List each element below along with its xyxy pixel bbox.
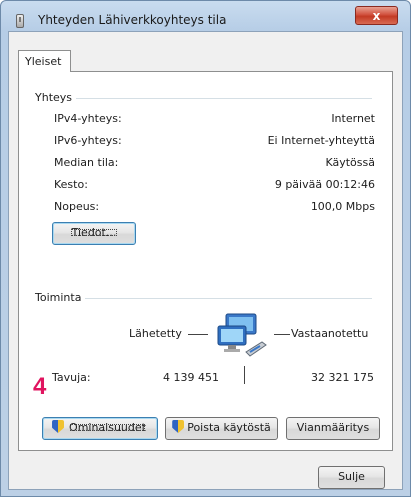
- connection-group-divider: [72, 98, 372, 99]
- disable-button[interactable]: Poista käytöstä: [165, 417, 278, 440]
- diagnose-button-label: Vianmääritys: [296, 421, 370, 434]
- close-button[interactable]: Sulje: [318, 466, 385, 489]
- media-state-label: Median tila:: [54, 156, 119, 169]
- speed-value: 100,0 Mbps: [310, 200, 375, 213]
- details-button-label: Tiedot...: [68, 226, 121, 239]
- bytes-received-value: 32 321 175: [311, 371, 374, 384]
- ipv6-label: IPv6-yhteys:: [54, 134, 122, 147]
- ipv4-label: IPv4-yhteys:: [54, 112, 122, 125]
- disable-button-label: Poista käytöstä: [187, 421, 271, 434]
- uac-shield-icon: [172, 420, 184, 433]
- network-adapter-icon: [16, 14, 24, 28]
- uac-shield-icon: [52, 420, 64, 433]
- received-line: [274, 334, 290, 335]
- step-number-annotation: 4: [33, 373, 47, 400]
- properties-button-label: Ominaisuudet: [69, 421, 146, 434]
- close-button-label: Sulje: [338, 470, 365, 483]
- duration-label: Kesto:: [54, 178, 88, 191]
- received-label: Vastaanotettu: [291, 327, 369, 340]
- speed-label: Nopeus:: [54, 200, 100, 213]
- window-title: Yhteyden Lähiverkkoyhteys tila: [38, 13, 227, 27]
- ipv4-value: Internet: [331, 112, 375, 125]
- bytes-divider: [244, 366, 245, 384]
- properties-button[interactable]: Ominaisuudet: [42, 417, 158, 440]
- connection-group-label: Yhteys: [35, 91, 77, 104]
- tab-panel-general: [18, 71, 393, 451]
- ipv6-value: Ei Internet-yhteyttä: [267, 134, 375, 147]
- activity-group-label: Toiminta: [35, 291, 86, 304]
- tab-general[interactable]: Yleiset: [18, 50, 71, 72]
- activity-group-divider: [82, 298, 372, 299]
- network-computers-icon: [217, 313, 267, 357]
- sent-label: Lähetetty: [129, 327, 182, 340]
- media-state-value: Käytössä: [325, 156, 375, 169]
- close-window-button[interactable]: x: [355, 6, 398, 25]
- bytes-sent-value: 4 139 451: [163, 371, 219, 384]
- details-button[interactable]: Tiedot...: [52, 222, 136, 245]
- bytes-label: Tavuja:: [52, 371, 91, 384]
- diagnose-button[interactable]: Vianmääritys: [286, 417, 380, 440]
- duration-value: 9 päivää 00:12:46: [274, 178, 375, 191]
- sent-line: [188, 334, 208, 335]
